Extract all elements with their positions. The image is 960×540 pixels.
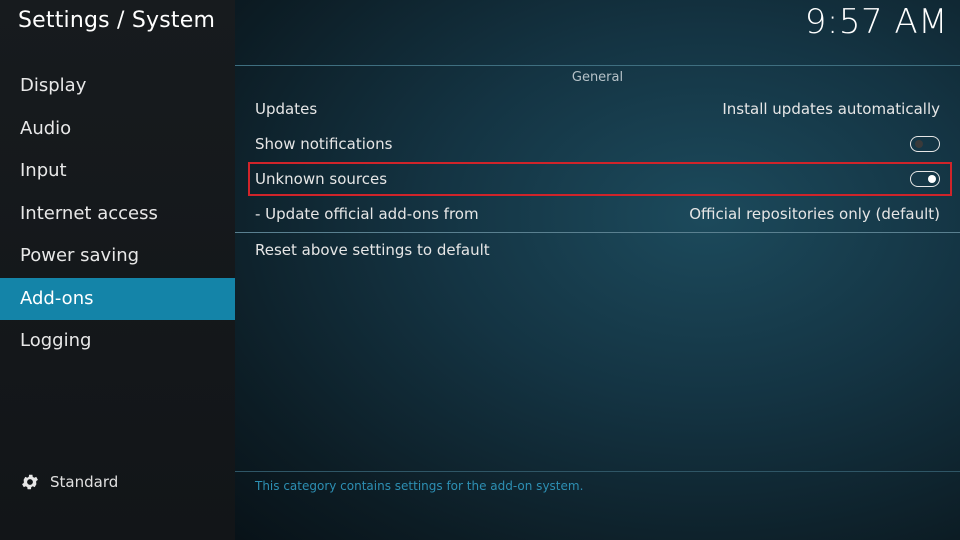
section-heading: General [571, 70, 624, 85]
sidebar-item-input[interactable]: Input [0, 150, 235, 193]
setting-label: Updates [255, 100, 318, 118]
toggle-knob [928, 174, 936, 183]
category-description: This category contains settings for the … [255, 479, 584, 493]
header-divider [235, 65, 960, 66]
gear-icon [22, 474, 38, 490]
setting-label: - Update official add-ons from [255, 205, 479, 223]
toggle-switch-off[interactable] [910, 136, 940, 152]
setting-unknown-sources[interactable]: Unknown sources [248, 162, 952, 196]
category-sidebar: Settings / System Display Audio Input In… [0, 0, 235, 540]
setting-update-official-add-ons-from[interactable]: - Update official add-ons from Official … [248, 197, 952, 231]
reset-label: Reset above settings to default [255, 241, 490, 259]
setting-show-notifications[interactable]: Show notifications [248, 127, 952, 161]
settings-level-label: Standard [50, 473, 119, 491]
toggle-switch-on[interactable] [910, 171, 940, 187]
reset-settings-button[interactable]: Reset above settings to default [248, 233, 952, 267]
setting-label: Unknown sources [255, 170, 388, 188]
setting-updates[interactable]: Updates Install updates automatically [248, 92, 952, 126]
setting-label: Show notifications [255, 135, 393, 153]
toggle-knob [915, 139, 923, 148]
sidebar-item-audio[interactable]: Audio [0, 108, 235, 151]
footer-divider [235, 471, 960, 472]
page-title: Settings / System [18, 8, 216, 33]
sidebar-item-internet-access[interactable]: Internet access [0, 193, 235, 236]
category-menu: Display Audio Input Internet access Powe… [0, 65, 235, 363]
sidebar-item-add-ons[interactable]: Add-ons [0, 277, 235, 320]
clock: 9:57 AM [804, 2, 948, 42]
setting-value: Official repositories only (default) [689, 205, 940, 223]
sidebar-item-logging[interactable]: Logging [0, 320, 235, 363]
settings-level-button[interactable]: Standard [20, 472, 118, 492]
setting-value: Install updates automatically [722, 100, 940, 118]
sidebar-item-power-saving[interactable]: Power saving [0, 235, 235, 278]
sidebar-item-display[interactable]: Display [0, 65, 235, 108]
